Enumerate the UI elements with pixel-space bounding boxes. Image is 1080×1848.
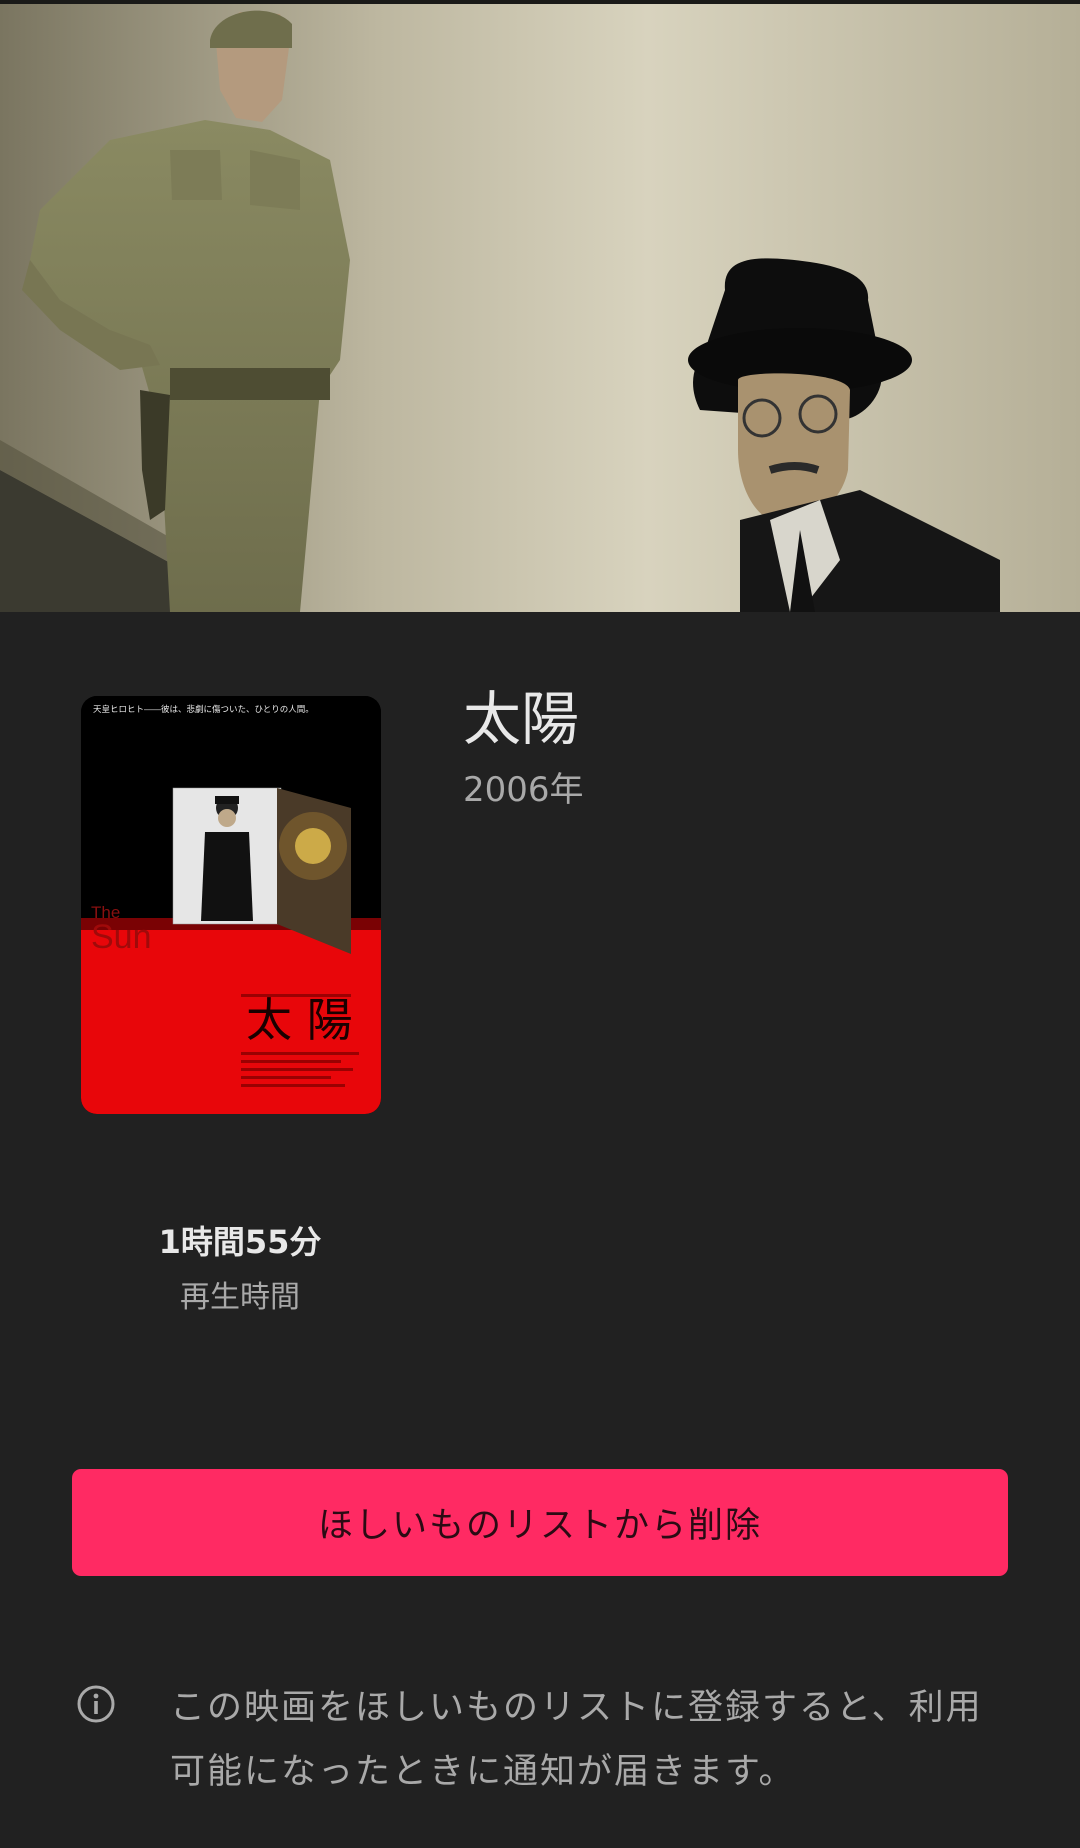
- runtime-info: 1時間55分 再生時間: [120, 1222, 360, 1316]
- movie-title: 太陽: [463, 685, 580, 753]
- remove-from-wishlist-label: ほしいものリストから削除: [317, 1506, 762, 1546]
- movie-poster: 天皇ヒロヒト――彼は、悲劇に傷ついた、ひとりの人間。 The Sun 太 陽: [81, 696, 381, 1114]
- runtime-value: 1時間55分: [158, 1223, 322, 1261]
- info-icon: [76, 1684, 116, 1724]
- poster-jp-title: 太 陽: [246, 993, 353, 1047]
- wishlist-info-text: この映画をほしいものリストに登録すると、利用可能になったときに通知が届きます。: [170, 1688, 983, 1792]
- runtime-label: 再生時間: [180, 1280, 300, 1315]
- poster-en-title-sun: Sun: [91, 918, 152, 956]
- remove-from-wishlist-button[interactable]: ほしいものリストから削除: [72, 1469, 1008, 1576]
- poster-tagline: 天皇ヒロヒト――彼は、悲劇に傷ついた、ひとりの人間。: [93, 704, 314, 715]
- movie-year: 2006年: [463, 770, 584, 810]
- hero-backdrop-image: [0, 0, 1080, 612]
